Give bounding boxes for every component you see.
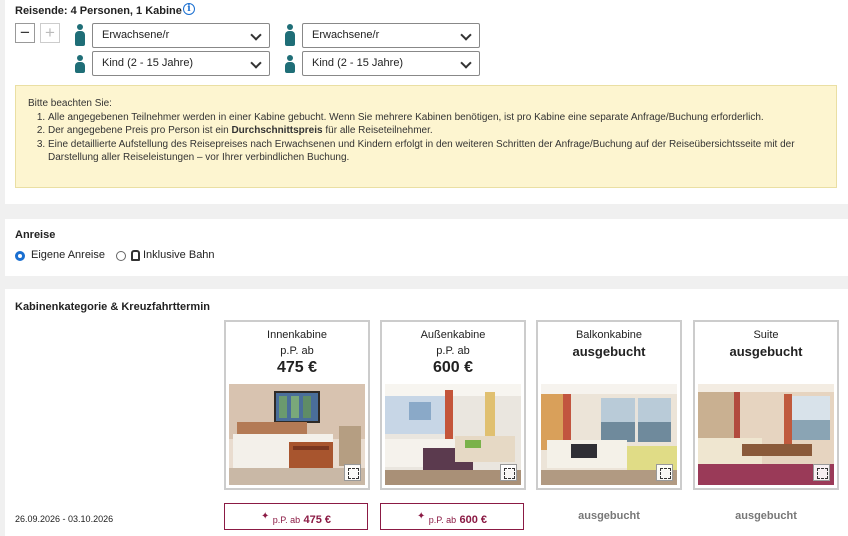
cabin-photo bbox=[698, 384, 834, 485]
notice-text: für alle Reiseteilnehmer. bbox=[322, 125, 433, 136]
cabin-price: 600 € bbox=[432, 359, 474, 376]
price-prefix: p.P. ab bbox=[428, 515, 457, 525]
add-cabin-button[interactable]: + bbox=[40, 23, 60, 43]
cabin-card-outside[interactable]: Außenkabine p.P. ab 600 € bbox=[380, 320, 526, 490]
expand-icon[interactable] bbox=[813, 464, 830, 481]
sparkle-icon: ✦ bbox=[261, 511, 270, 522]
cabin-photo bbox=[541, 384, 677, 485]
cabin-photo bbox=[385, 384, 521, 485]
sparkle-icon: ✦ bbox=[417, 511, 426, 522]
expand-icon[interactable] bbox=[500, 464, 517, 481]
traveler-3-type-value: Kind (2 - 15 Jahre) bbox=[102, 57, 194, 69]
cabin-title: Innenkabine bbox=[267, 329, 327, 341]
price-value: 600 € bbox=[459, 514, 487, 526]
train-arrival-radio[interactable] bbox=[116, 251, 126, 261]
chevron-down-icon bbox=[460, 29, 472, 41]
travelers-panel: Reisende: 4 Personen, 1 Kabine i − + Erw… bbox=[5, 0, 848, 204]
cabin-status: ausgebucht bbox=[729, 344, 803, 359]
own-arrival-label[interactable]: Eigene Anreise bbox=[31, 249, 105, 261]
select-outside-price-button[interactable]: ✦ p.P. ab 600 € bbox=[380, 503, 524, 530]
adult-person-icon bbox=[75, 24, 85, 46]
cabin-title: Balkonkabine bbox=[575, 329, 643, 341]
child-person-icon bbox=[75, 55, 85, 73]
cabin-card-inside[interactable]: Innenkabine p.P. ab 475 € bbox=[224, 320, 370, 490]
notice-emphasis: Durchschnittspreis bbox=[231, 125, 323, 136]
suite-booked-label: ausgebucht bbox=[735, 510, 797, 522]
price-prefix: p.P. ab bbox=[280, 345, 314, 357]
cabin-status: ausgebucht bbox=[572, 344, 646, 359]
traveler-4-type-select[interactable]: Kind (2 - 15 Jahre) bbox=[302, 51, 480, 76]
traveler-2-type-select[interactable]: Erwachsene/r bbox=[302, 23, 480, 48]
cruise-date: 26.09.2026 - 03.10.2026 bbox=[15, 514, 114, 524]
traveler-1-type-select[interactable]: Erwachsene/r bbox=[92, 23, 270, 48]
cabin-title: Suite bbox=[753, 329, 779, 341]
cabin-price: 475 € bbox=[276, 359, 318, 376]
expand-icon[interactable] bbox=[656, 464, 673, 481]
traveler-2-type-value: Erwachsene/r bbox=[312, 29, 380, 41]
cabin-title: Außenkabine bbox=[420, 329, 486, 341]
child-person-icon bbox=[285, 55, 295, 73]
travelers-heading: Reisende: 4 Personen, 1 Kabine bbox=[15, 5, 182, 17]
remove-cabin-button[interactable]: − bbox=[15, 23, 35, 43]
notice-intro: Bitte beachten Sie: bbox=[28, 98, 112, 109]
train-icon bbox=[131, 250, 140, 261]
traveler-1-type-value: Erwachsene/r bbox=[102, 29, 170, 41]
chevron-down-icon bbox=[250, 29, 262, 41]
traveler-4-type-value: Kind (2 - 15 Jahre) bbox=[312, 57, 404, 69]
cabin-heading: Kabinenkategorie & Kreuzfahrttermin bbox=[15, 301, 210, 313]
notice-text: Der angegebene Preis pro Person ist ein bbox=[48, 125, 232, 136]
price-value: 475 € bbox=[303, 514, 331, 526]
cabin-panel: Kabinenkategorie & Kreuzfahrttermin Inne… bbox=[5, 289, 848, 536]
cabin-photo bbox=[229, 384, 365, 485]
notice-item: Alle angegebenen Teilnehmer werden in ei… bbox=[48, 111, 824, 125]
chevron-down-icon bbox=[250, 57, 262, 69]
price-prefix: p.P. ab bbox=[436, 345, 470, 357]
arrival-panel: Anreise Eigene Anreise Inklusive Bahn bbox=[5, 219, 848, 276]
chevron-down-icon bbox=[460, 57, 472, 69]
price-prefix: p.P. ab bbox=[272, 515, 301, 525]
traveler-3-type-select[interactable]: Kind (2 - 15 Jahre) bbox=[92, 51, 270, 76]
train-arrival-label[interactable]: Inklusive Bahn bbox=[143, 249, 215, 261]
cabin-card-balcony[interactable]: Balkonkabine ausgebucht bbox=[536, 320, 682, 490]
balcony-booked-label: ausgebucht bbox=[578, 510, 640, 522]
notice-list: Alle angegebenen Teilnehmer werden in ei… bbox=[36, 111, 824, 165]
arrival-heading: Anreise bbox=[15, 229, 56, 241]
cabin-card-suite[interactable]: Suite ausgebucht bbox=[693, 320, 839, 490]
notice-item: Eine detaillierte Aufstellung des Reisep… bbox=[48, 138, 824, 165]
select-inside-price-button[interactable]: ✦ p.P. ab 475 € bbox=[224, 503, 368, 530]
adult-person-icon bbox=[285, 24, 295, 46]
info-icon[interactable]: i bbox=[183, 3, 195, 15]
notice-item: Der angegebene Preis pro Person ist ein … bbox=[48, 124, 824, 138]
expand-icon[interactable] bbox=[344, 464, 361, 481]
booking-notice: Bitte beachten Sie: Alle angegebenen Tei… bbox=[15, 85, 837, 188]
own-arrival-radio[interactable] bbox=[15, 251, 25, 261]
